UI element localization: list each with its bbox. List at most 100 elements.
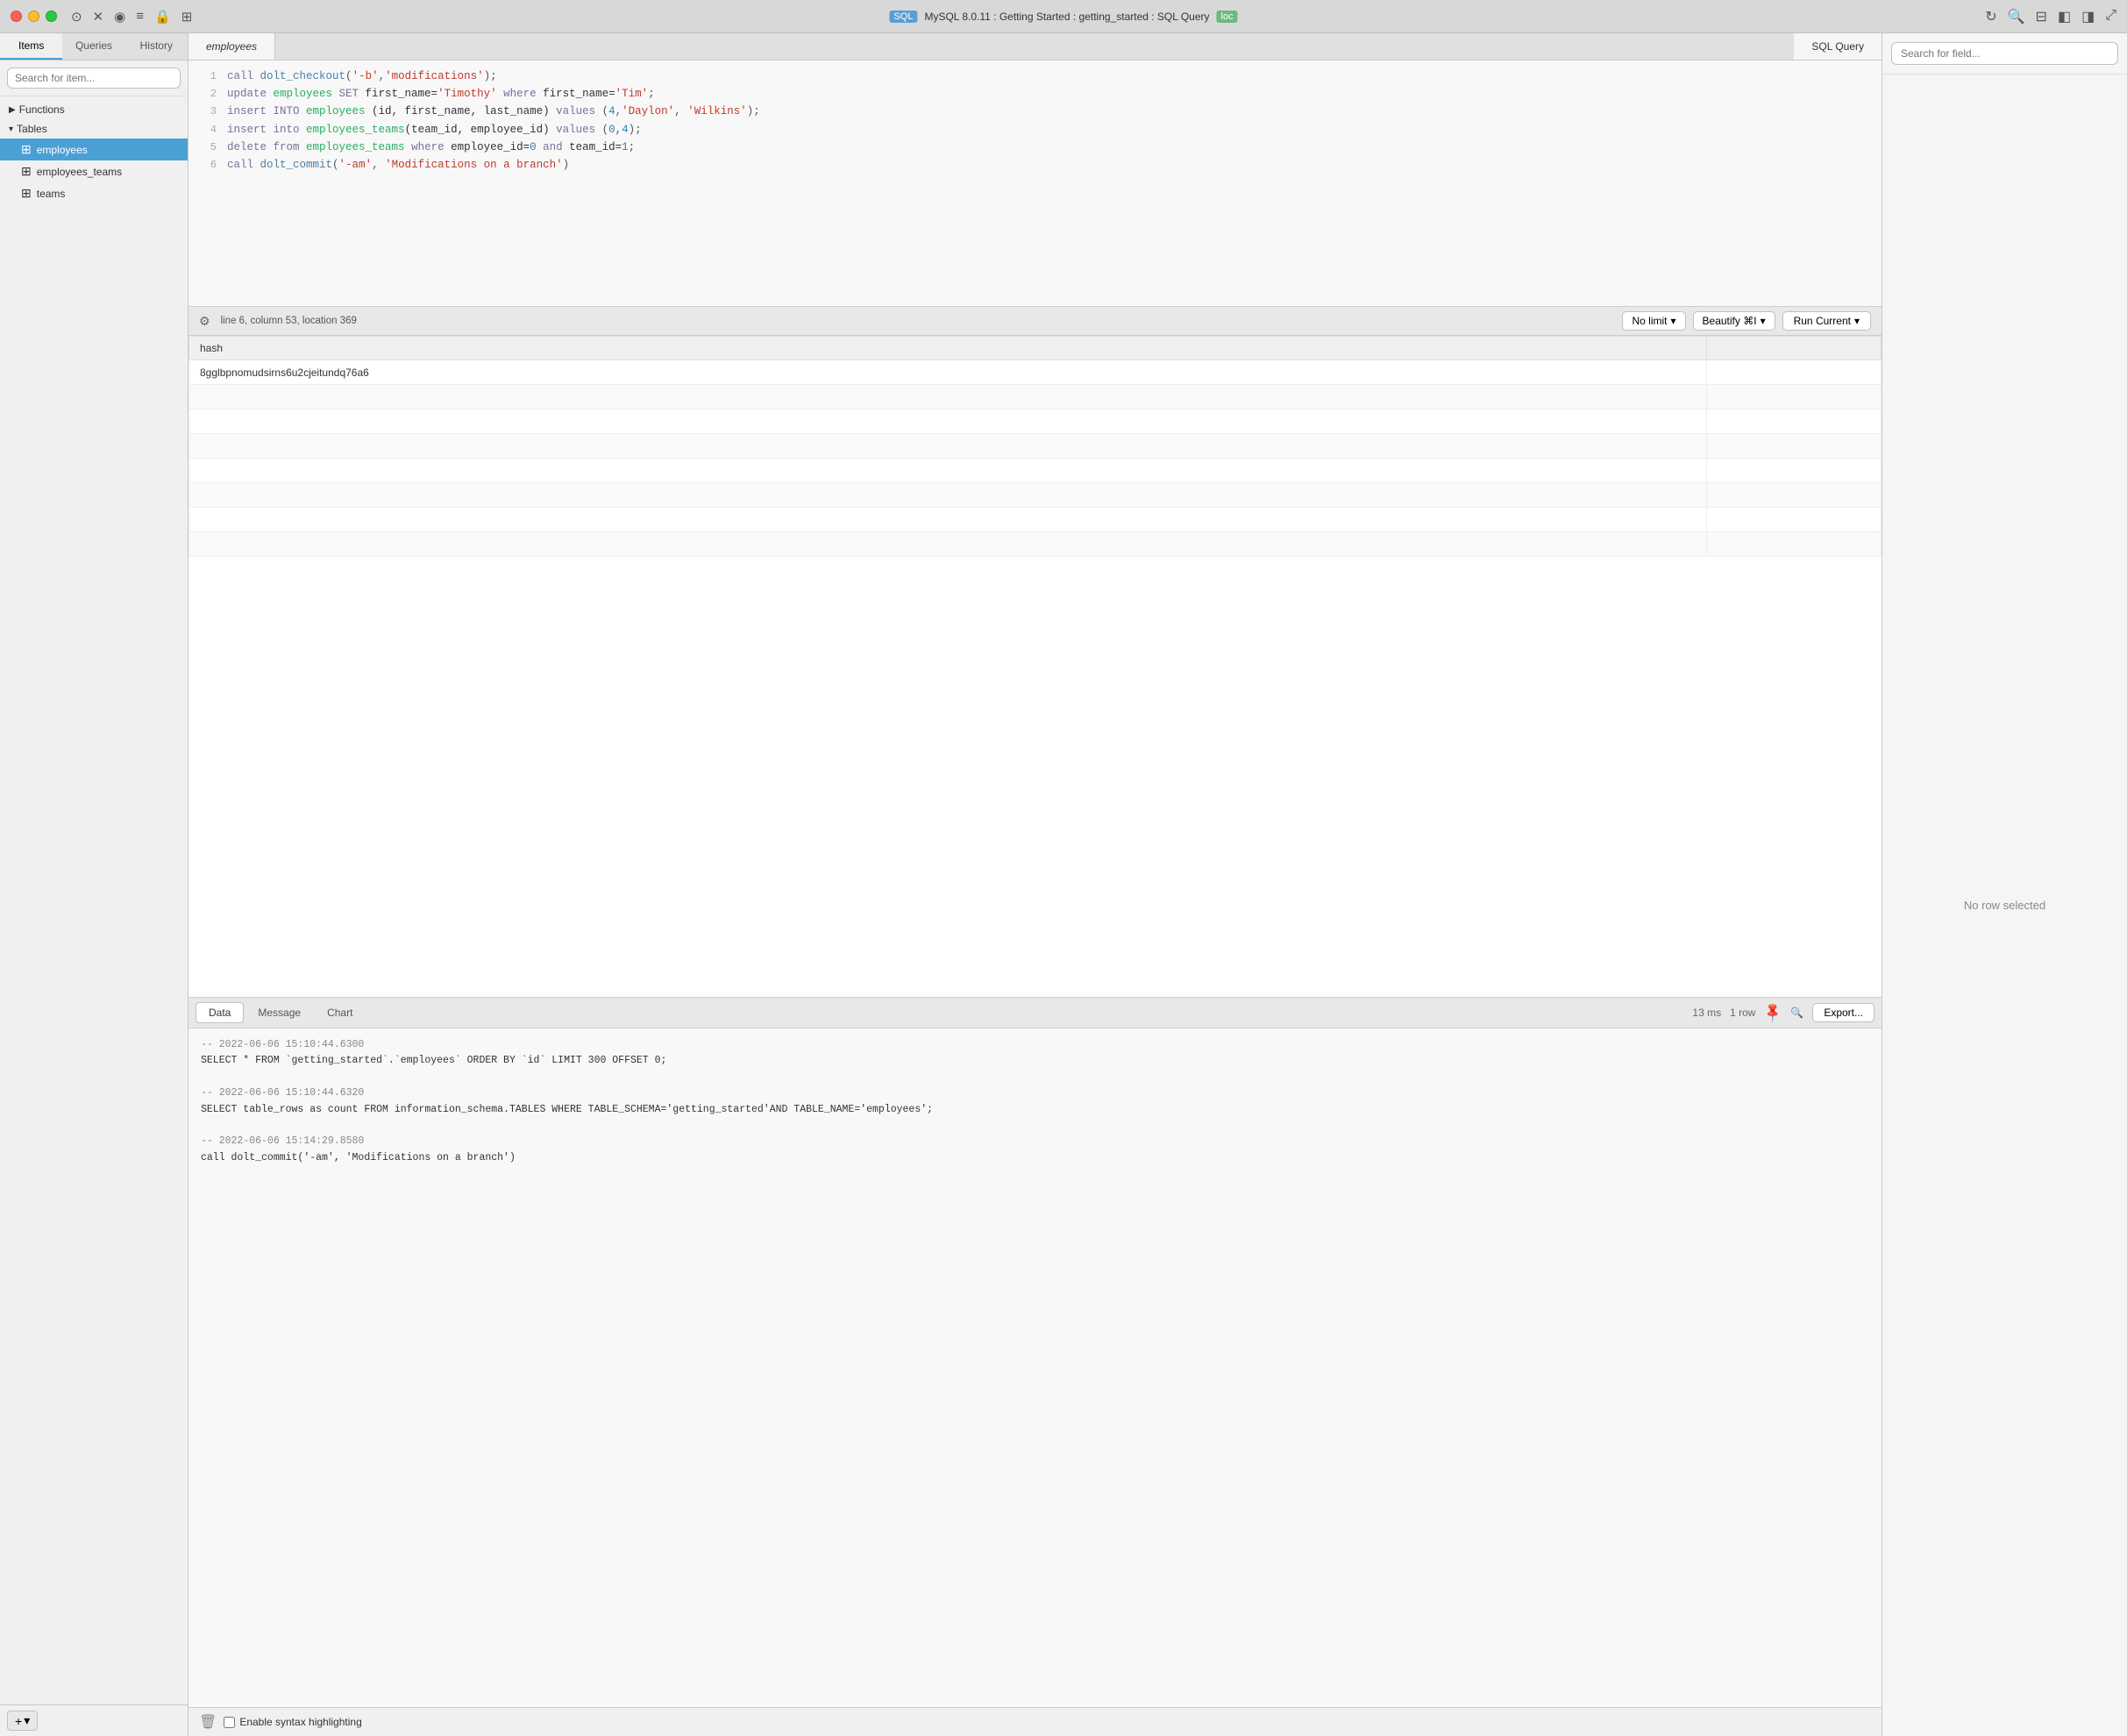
table-icon-teams: ⊞ [21, 186, 32, 201]
cell-empty-1 [1707, 360, 1882, 385]
trash-icon[interactable]: 🗑 [199, 1713, 217, 1731]
sidebar-item-label-teams: teams [37, 188, 66, 200]
add-button[interactable]: + ▾ [7, 1711, 38, 1731]
sql-badge: SQL [889, 11, 917, 23]
tab-history[interactable]: History [125, 33, 188, 60]
chevron-down-icon-limit: ▾ [1671, 315, 1676, 327]
log-comment-2: -- 2022-06-06 15:10:44.6320 [201, 1085, 1869, 1101]
refresh-icon[interactable]: ↻ [1985, 8, 1996, 25]
code-content-4: insert into employees_teams(team_id, emp… [227, 121, 642, 139]
log-query-3: call dolt_commit('-am', 'Modifications o… [201, 1150, 1869, 1166]
layout-icon[interactable]: ⊟ [2036, 8, 2047, 25]
cell-empty-6b [1707, 483, 1882, 508]
sidebar-content: ▶ Functions ▾ Tables ⊞ employees ⊞ emplo… [0, 96, 188, 1704]
code-line-2: 2 update employees SET first_name='Timot… [189, 85, 1882, 103]
tab-items[interactable]: Items [0, 33, 62, 60]
editor-tab-sql-query[interactable]: SQL Query [1794, 33, 1882, 60]
column-hash: hash [189, 337, 1707, 360]
maximize-button[interactable] [46, 11, 57, 22]
cell-empty-7b [1707, 508, 1882, 532]
sidebar-item-teams[interactable]: ⊞ teams [0, 182, 188, 204]
sidebar-item-label-employees-teams: employees_teams [37, 166, 122, 178]
right-search-input[interactable] [1891, 42, 2118, 65]
right-panel: No row selected [1882, 33, 2127, 1736]
search-results-icon[interactable]: 🔍 [1790, 1007, 1803, 1019]
limit-dropdown[interactable]: No limit ▾ [1622, 311, 1685, 331]
table-row-7[interactable] [189, 508, 1882, 532]
code-line-6: 6 call dolt_commit('-am', 'Modifications… [189, 156, 1882, 174]
sidebar-right-icon[interactable]: ◨ [2081, 8, 2095, 25]
results-table-wrapper: hash 8gglbpnomudsirns6u2cjeitundq76a6 [189, 336, 1882, 997]
cell-empty-8b [1707, 532, 1882, 557]
export-button[interactable]: Export... [1812, 1003, 1874, 1022]
list-icon[interactable]: ≡ [136, 9, 144, 25]
tab-queries[interactable]: Queries [62, 33, 124, 60]
run-button[interactable]: Run Current ▾ [1782, 311, 1871, 331]
bottom-tab-data[interactable]: Data [196, 1002, 244, 1023]
cell-empty-5b [1707, 459, 1882, 483]
sidebar-left-icon[interactable]: ◧ [2058, 8, 2071, 25]
table-row-6[interactable] [189, 483, 1882, 508]
code-content-3: insert INTO employees (id, first_name, l… [227, 103, 760, 120]
syntax-highlighting-checkbox[interactable] [224, 1717, 235, 1728]
chevron-down-icon-beautify: ▾ [1761, 315, 1766, 327]
search-icon[interactable]: 🔍 [2008, 8, 2025, 25]
close-tab-icon[interactable]: ✕ [93, 9, 104, 25]
log-comment-1: -- 2022-06-06 15:10:44.6300 [201, 1037, 1869, 1053]
sidebar-section-tables[interactable]: ▾ Tables [0, 119, 188, 139]
main-layout: Items Queries History ▶ Functions ▾ Tabl… [0, 33, 2127, 1736]
table-row-1[interactable]: 8gglbpnomudsirns6u2cjeitundq76a6 [189, 360, 1882, 385]
sidebar-item-label-employees: employees [37, 144, 88, 156]
log-entry-3: -- 2022-06-06 15:14:29.8580 call dolt_co… [201, 1134, 1869, 1166]
table-row-3[interactable] [189, 409, 1882, 434]
table-icon-employees: ⊞ [21, 142, 32, 157]
line-number-1: 1 [199, 68, 217, 85]
minimize-button[interactable] [28, 11, 39, 22]
table-row-8[interactable] [189, 532, 1882, 557]
cell-empty-3a [189, 409, 1707, 434]
lock-icon[interactable]: 🔒 [154, 9, 171, 25]
code-line-3: 3 insert INTO employees (id, first_name,… [189, 103, 1882, 120]
close-button[interactable] [11, 11, 22, 22]
log-entry-1: -- 2022-06-06 15:10:44.6300 SELECT * FRO… [201, 1037, 1869, 1070]
bottom-tabs: Data Message Chart 13 ms 1 row 📌 🔍 Expor… [189, 997, 1882, 1028]
sidebar-search-input[interactable] [7, 68, 181, 89]
sidebar-item-employees[interactable]: ⊞ employees [0, 139, 188, 160]
beautify-dropdown[interactable]: Beautify ⌘I ▾ [1693, 311, 1775, 331]
limit-label: No limit [1632, 315, 1667, 327]
rows-label: 1 row [1730, 1007, 1755, 1019]
titlebar: ⊙ ✕ ◉ ≡ 🔒 ⊞ SQL MySQL 8.0.11 : Getting S… [0, 0, 2127, 33]
editor-tabs: employees SQL Query [189, 33, 1882, 60]
sidebar: Items Queries History ▶ Functions ▾ Tabl… [0, 33, 189, 1736]
fullscreen-icon[interactable]: ⤢ [2105, 8, 2116, 25]
code-content-2: update employees SET first_name='Timothy… [227, 85, 655, 103]
cell-empty-5a [189, 459, 1707, 483]
bottom-tab-message[interactable]: Message [245, 1003, 313, 1022]
log-query-2: SELECT table_rows as count FROM informat… [201, 1102, 1869, 1118]
sidebar-search-wrapper [0, 60, 188, 96]
toolbar-controls: No limit ▾ Beautify ⌘I ▾ Run Current ▾ [1622, 311, 1871, 331]
line-number-3: 3 [199, 103, 217, 120]
editor-tab-employees[interactable]: employees [189, 33, 275, 60]
pin-icon[interactable]: 📌 [1761, 1000, 1785, 1025]
cell-empty-2a [189, 385, 1707, 409]
section-functions-label: Functions [19, 103, 65, 116]
bottom-tab-meta: 13 ms 1 row 📌 🔍 Export... [1692, 1003, 1874, 1022]
gear-icon[interactable]: ⚙ [199, 314, 210, 329]
syntax-highlighting-label: Enable syntax highlighting [224, 1716, 361, 1728]
sidebar-item-employees-teams[interactable]: ⊞ employees_teams [0, 160, 188, 182]
code-editor[interactable]: 1 call dolt_checkout('-b','modifications… [189, 60, 1882, 306]
bottom-tab-chart[interactable]: Chart [315, 1003, 365, 1022]
log-area: -- 2022-06-06 15:10:44.6300 SELECT * FRO… [189, 1028, 1882, 1707]
table-row-5[interactable] [189, 459, 1882, 483]
table-row-4[interactable] [189, 434, 1882, 459]
beautify-label: Beautify ⌘I [1703, 315, 1757, 327]
eye-icon[interactable]: ◉ [114, 9, 125, 25]
loc-badge: loc [1217, 11, 1238, 23]
database-icon[interactable]: ⊞ [181, 9, 193, 25]
column-empty [1707, 337, 1882, 360]
sidebar-section-functions[interactable]: ▶ Functions [0, 100, 188, 119]
activity-icon[interactable]: ⊙ [71, 9, 82, 25]
table-row-2[interactable] [189, 385, 1882, 409]
cursor-position: line 6, column 53, location 369 [221, 316, 357, 326]
